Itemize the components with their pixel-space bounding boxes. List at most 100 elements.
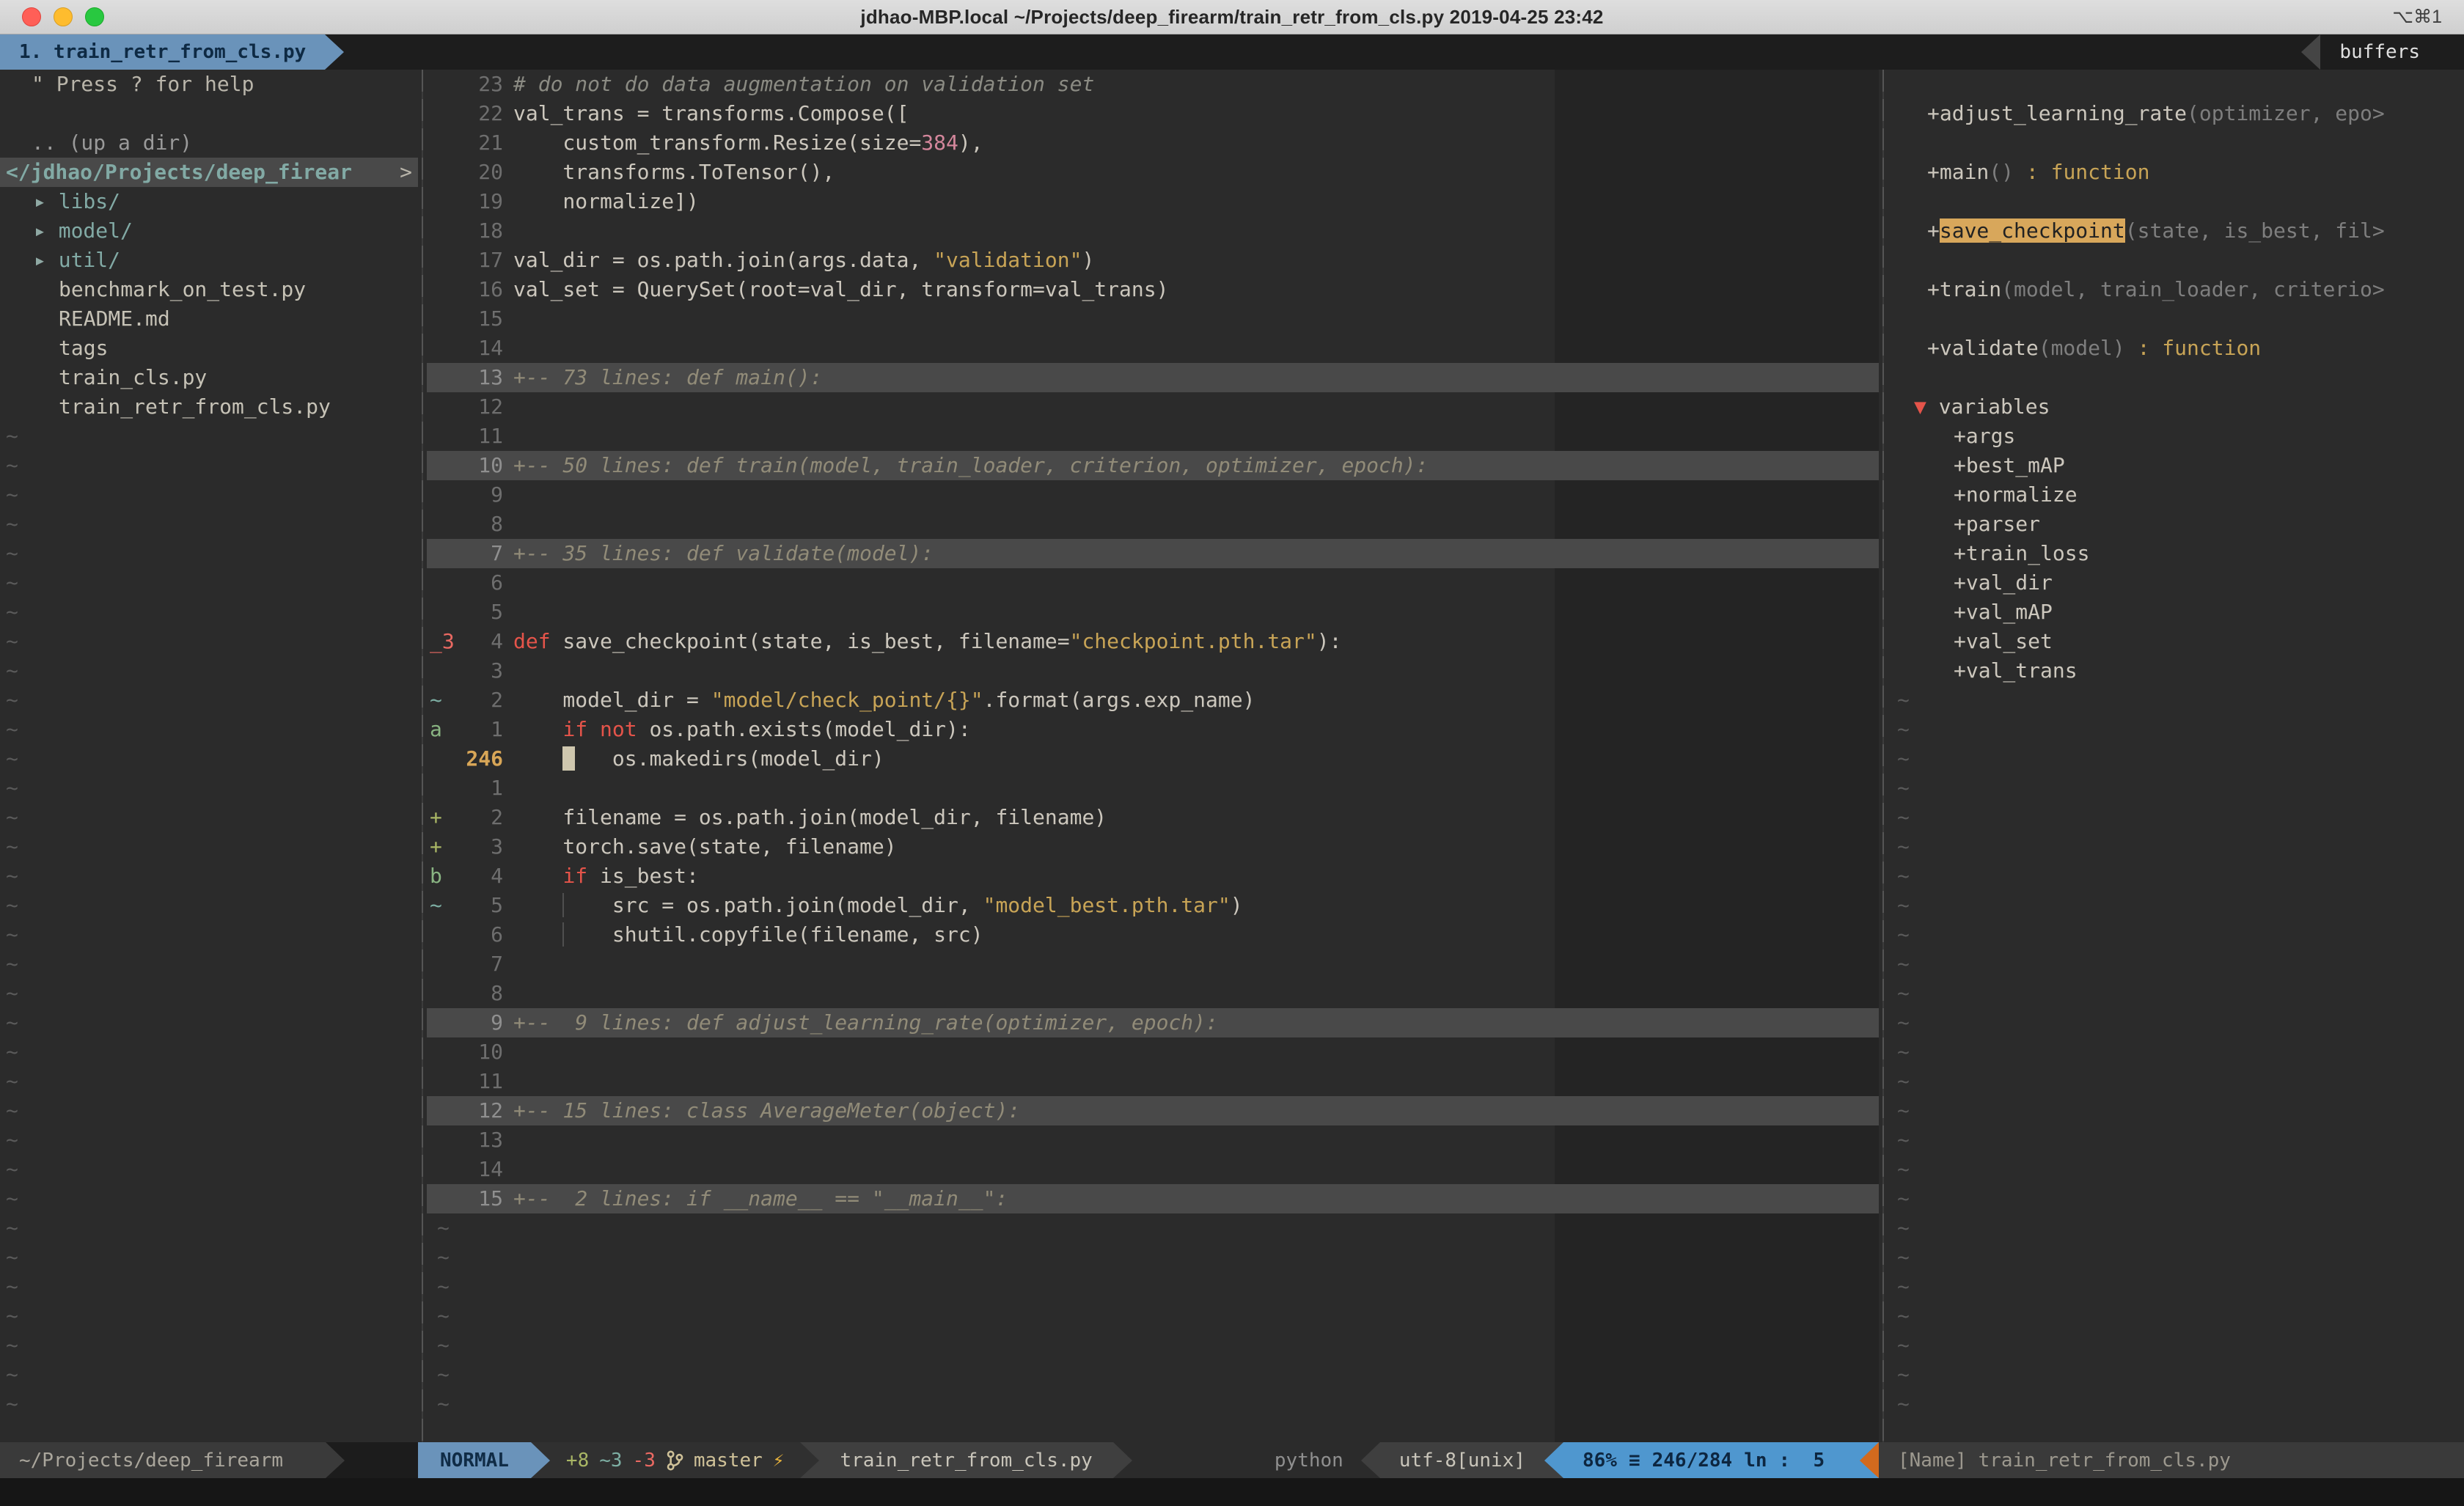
code-line[interactable]: 14 [427,1155,1879,1184]
nerdtree-file-item[interactable]: train_cls.py [0,363,418,392]
tagbar-function-item[interactable]: +adjust_learning_rate(optimizer, epo> [1888,99,2464,128]
code-line[interactable]: 6 [427,568,1879,598]
gutter-blank [427,774,452,803]
editor-empty-line[interactable]: ~ [427,1389,1879,1419]
code-line[interactable]: 10 [427,1037,1879,1067]
code-line[interactable]: 15 [427,304,1879,334]
code-line[interactable]: 16val_set = QuerySet(root=val_dir, trans… [427,275,1879,304]
code-line[interactable]: 246 os.makedirs(model_dir) [427,744,1879,774]
code-line[interactable]: 17val_dir = os.path.join(args.data, "val… [427,246,1879,275]
editor-empty-line[interactable]: ~ [427,1360,1879,1389]
code-line[interactable]: 3 [427,656,1879,686]
variable-name: +val_dir [1954,570,2053,595]
gutter-blank [427,979,452,1008]
code-line[interactable]: 11 [427,1067,1879,1096]
nerdtree-empty-line: ~ [0,891,418,920]
tagbar-variable-item[interactable]: +train_loss [1888,539,2464,568]
code-line[interactable]: 20 transforms.ToTensor(), [427,158,1879,187]
code-line[interactable]: a1 if not os.path.exists(model_dir): [427,715,1879,744]
tagbar-variable-item[interactable]: +normalize [1888,480,2464,510]
code-line[interactable]: 6 shutil.copyfile(filename, src) [427,920,1879,949]
tagbar-variable-item[interactable]: +val_mAP [1888,598,2464,627]
zoom-button[interactable] [85,7,104,26]
gutter-sign: ~ [427,686,452,715]
tagbar-variable-item[interactable]: +parser [1888,510,2464,539]
tagbar-empty-line: ~ [1888,1272,2464,1301]
folded-line[interactable]: 10+-- 50 lines: def train(model, train_l… [427,451,1879,480]
code-line[interactable]: 18 [427,216,1879,246]
tagbar-variable-item[interactable]: +best_mAP [1888,451,2464,480]
editor-empty-line[interactable]: ~ [427,1301,1879,1331]
line-number: 18 [452,216,503,246]
tilde-marker: ~ [6,658,18,683]
line-text [503,1155,513,1184]
nerdtree-file-item[interactable]: README.md [0,304,418,334]
folded-line[interactable]: 13+-- 73 lines: def main(): [427,363,1879,392]
minimize-button[interactable] [54,7,73,26]
nerdtree-file-item[interactable]: train_retr_from_cls.py [0,392,418,422]
line-number: 17 [452,246,503,275]
nerdtree-empty-line: ~ [0,949,418,979]
code-line[interactable]: 22val_trans = transforms.Compose([ [427,99,1879,128]
window-separator[interactable] [418,70,427,1442]
close-button[interactable] [22,7,41,26]
tilde-marker: ~ [6,717,18,741]
tagbar-variable-item[interactable]: +val_trans [1888,656,2464,686]
code-line[interactable]: +2 filename = os.path.join(model_dir, fi… [427,803,1879,832]
tag-signature: (model) [2039,336,2125,360]
tagbar-variable-item[interactable]: +args [1888,422,2464,451]
editor-empty-line[interactable]: ~ [427,1331,1879,1360]
folded-line[interactable]: 15+-- 2 lines: if __name__ == "__main__"… [427,1184,1879,1213]
code-line[interactable]: _34def save_checkpoint(state, is_best, f… [427,627,1879,656]
code-line[interactable]: 19 normalize]) [427,187,1879,216]
editor-empty-line[interactable]: ~ [427,1213,1879,1243]
gutter-blank [427,1037,452,1067]
nerdtree-dir-item[interactable]: ▸ libs/ [0,187,418,216]
code-line[interactable]: ~5 src = os.path.join(model_dir, "model_… [427,891,1879,920]
tab-label: 1. train_retr_from_cls.py [19,41,306,63]
nerdtree-dir-item[interactable]: ▸ util/ [0,246,418,275]
editor-empty-line[interactable]: ~ [427,1243,1879,1272]
code-line[interactable]: 7 [427,949,1879,979]
code-line[interactable]: 23# do not do data augmentation on valid… [427,70,1879,99]
editor-empty-line[interactable]: ~ [427,1272,1879,1301]
nerdtree-file-item[interactable]: benchmark_on_test.py [0,275,418,304]
tagbar-kind-header[interactable]: ▼ variables [1888,392,2464,422]
code-line[interactable]: 5 [427,598,1879,627]
line-number: 3 [452,832,503,862]
variable-name: +train_loss [1954,541,2089,565]
nerdtree-dir-item[interactable]: ▸ model/ [0,216,418,246]
line-number: 14 [452,334,503,363]
code-line[interactable]: 13 [427,1125,1879,1155]
code-line[interactable]: +3 torch.save(state, filename) [427,832,1879,862]
tagbar-variable-item[interactable]: +val_dir [1888,568,2464,598]
statusline-filename: train_retr_from_cls.py [819,1442,1112,1478]
code-line[interactable]: b4 if is_best: [427,862,1879,891]
code-line[interactable]: 14 [427,334,1879,363]
encoding-segment: utf-8[unix] [1380,1442,1544,1478]
code-line[interactable]: 8 [427,510,1879,539]
folded-line[interactable]: 12+-- 15 lines: class AverageMeter(objec… [427,1096,1879,1125]
folded-line[interactable]: 9+-- 9 lines: def adjust_learning_rate(o… [427,1008,1879,1037]
nerdtree-file-item[interactable]: tags [0,334,418,363]
tagbar-function-item[interactable]: +train(model, train_loader, criterio> [1888,275,2464,304]
folded-line[interactable]: 7+-- 35 lines: def validate(model): [427,539,1879,568]
code-line[interactable]: 8 [427,979,1879,1008]
nerdtree-root-path[interactable]: </jdhao/Projects/deep_firear> [0,158,418,187]
code-line[interactable]: 9 [427,480,1879,510]
tagbar-function-item[interactable]: +main() : function [1888,158,2464,187]
tagbar-function-item[interactable]: +validate(model) : function [1888,334,2464,363]
gutter-blank [427,187,452,216]
tagbar-function-item[interactable]: +save_checkpoint(state, is_best, fil> [1888,216,2464,246]
tab-train-retr-from-cls[interactable]: 1. train_retr_from_cls.py [0,34,325,70]
tagbar-variable-item[interactable]: +val_set [1888,627,2464,656]
code-line[interactable]: 21 custom_transform.Resize(size=384), [427,128,1879,158]
code-line[interactable]: 11 [427,422,1879,451]
code-line[interactable]: ~2 model_dir = "model/check_point/{}".fo… [427,686,1879,715]
code-line[interactable]: 1 [427,774,1879,803]
code-line[interactable]: 12 [427,392,1879,422]
window-separator[interactable] [1879,70,1888,1442]
nerdtree-up-dir[interactable]: .. (up a dir) [0,128,418,158]
line-number: 5 [452,598,503,627]
folder-collapsed-icon: ▸ [34,218,59,243]
